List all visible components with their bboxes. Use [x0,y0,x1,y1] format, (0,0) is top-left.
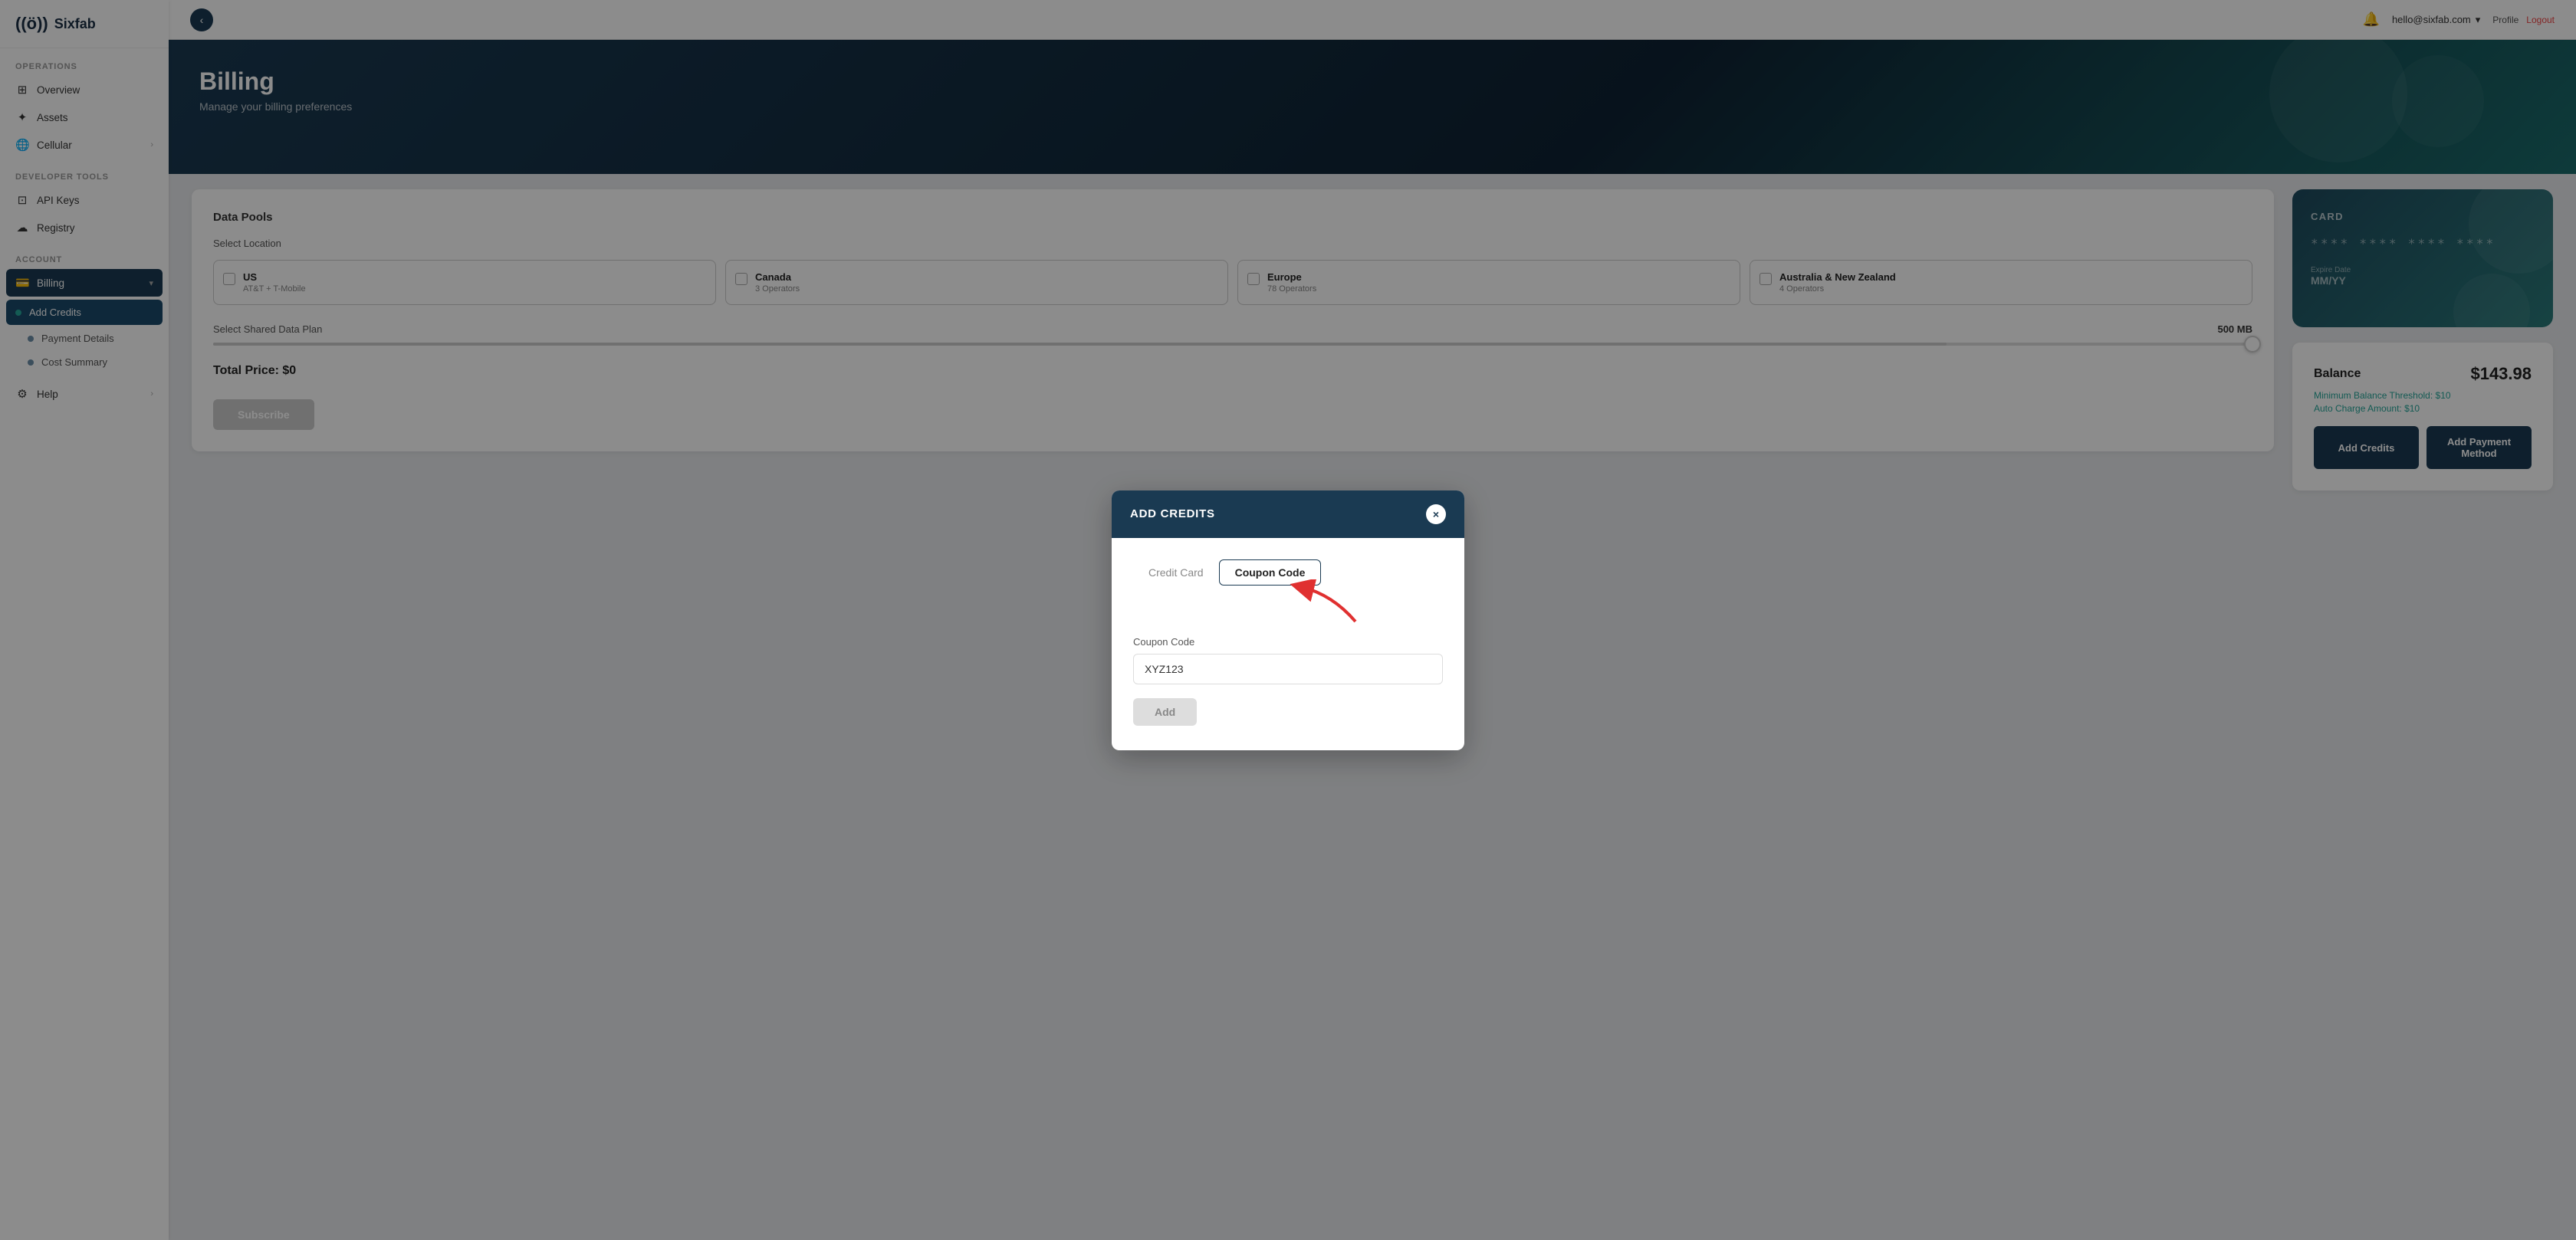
modal-overlay[interactable]: ADD CREDITS × Credit Card Coupon Code [0,0,2576,1240]
arrow-annotation-container [1133,587,1443,633]
tab-credit-card[interactable]: Credit Card [1133,560,1219,585]
modal-header: ADD CREDITS × [1112,490,1464,538]
modal-close-button[interactable]: × [1426,504,1446,524]
modal-body: Credit Card Coupon Code Coupon Code [1112,538,1464,750]
add-credits-modal: ADD CREDITS × Credit Card Coupon Code [1112,490,1464,750]
tab-coupon-code[interactable]: Coupon Code [1219,559,1322,586]
coupon-form: Coupon Code Add [1133,636,1443,726]
arrow-annotation [1256,579,1378,625]
modal-tabs: Credit Card Coupon Code [1133,559,1443,586]
modal-title: ADD CREDITS [1130,507,1215,520]
add-coupon-button[interactable]: Add [1133,698,1197,726]
coupon-label: Coupon Code [1133,636,1443,648]
coupon-input[interactable] [1133,654,1443,684]
